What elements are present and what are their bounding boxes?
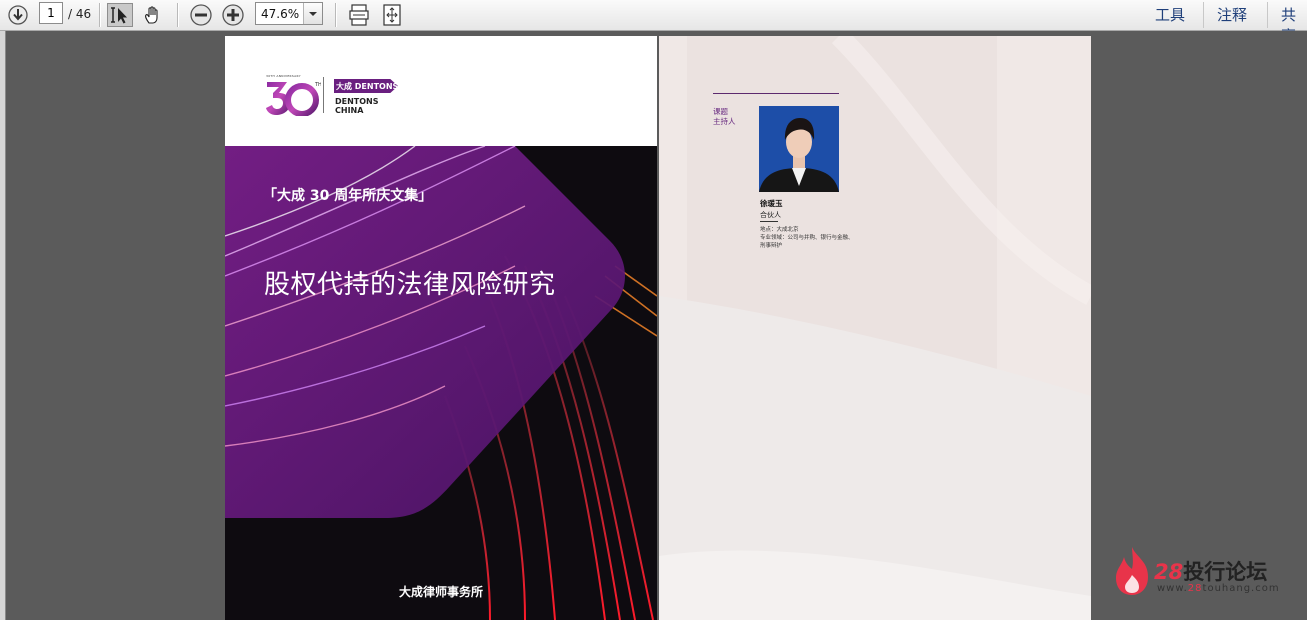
fit-width-icon [349,4,369,26]
watermark-text: 投行论坛 [1183,560,1268,584]
watermark-url: www.28touhang.com [1157,583,1280,594]
cover-page: TH 30TH ANNIVERSARY 大成 DENTONS DENTONS C… [225,36,657,620]
arrow-down-icon [8,5,28,25]
person-portrait-icon [759,106,839,192]
logo-name-line1: DENTONS [335,97,379,106]
watermark-title: 28投行论坛 [1154,556,1267,586]
cover-series-title: 「大成 30 周年所庆文集」 [263,188,433,204]
hand-tool-button[interactable] [140,3,166,27]
cover-header: TH 30TH ANNIVERSARY 大成 DENTONS DENTONS C… [225,36,657,146]
cover-light-trails-art [225,146,657,620]
chevron-down-icon[interactable] [303,3,322,24]
fit-width-button[interactable] [346,3,372,27]
author-divider [760,221,778,222]
toolbar-separator [1203,2,1204,28]
watermark-number: 28 [1154,560,1184,584]
logo-name-line2: CHINA [335,106,364,115]
toolbar-separator [1267,2,1268,28]
author-practice-cont: 刑事辩护 [760,243,783,249]
dentons-badge-text: 大成 DENTONS [336,82,399,91]
page-total: / 46 [68,7,92,21]
select-tool-button[interactable] [107,3,133,27]
cover-firm-name: 大成律师事务所 [398,585,483,599]
menu-comment[interactable]: 注释 [1217,4,1247,25]
toolbar-separator [335,3,337,27]
zoom-out-button[interactable] [188,3,214,27]
author-practice: 专业领域：公司与并购、银行与金融、 [760,235,854,241]
toolbar-separator [177,3,179,27]
minus-circle-icon [190,4,212,26]
author-location: 地点：大成北京 [760,227,799,233]
plus-circle-icon [222,4,244,26]
menu-tools[interactable]: 工具 [1155,4,1185,25]
hand-icon [145,6,158,24]
page-number-input[interactable] [39,2,63,24]
next-page-button[interactable] [6,3,30,27]
toolbar: / 46 47.6% [0,0,1307,45]
fit-page-button[interactable] [379,3,405,27]
svg-text:TH: TH [314,82,321,88]
zoom-select[interactable]: 47.6% [255,2,323,25]
anniversary-30-logo: TH [266,82,321,116]
author-photo [759,106,839,192]
logo-divider [323,77,324,113]
fit-page-icon [383,4,401,26]
author-name: 徐瑗玉 [760,199,783,208]
zoom-in-button[interactable] [220,3,246,27]
text-cursor-icon [111,7,127,24]
flame-logo-icon [1116,547,1148,595]
watermark-url-prefix: www. [1157,583,1188,594]
watermark-url-suffix: touhang.com [1202,583,1280,594]
dentons-china-logo: DENTONS CHINA [335,97,379,115]
label-host: 主持人 [713,117,736,126]
cover-title: 股权代持的法律风险研究 [264,270,556,300]
second-page: 课题 主持人 徐瑗玉 合伙人 地点：大成北京 专业领域：公司与并购、银行与金融、… [659,36,1091,620]
author-role: 合伙人 [760,211,781,219]
watermark-url-highlight: 28 [1187,583,1203,594]
navigation-pane-edge[interactable] [0,31,6,620]
logo-anniversary-text: 30TH ANNIVERSARY [266,74,301,78]
toolbar-separator [99,3,101,27]
header-rule [713,93,839,94]
zoom-value: 47.6% [261,7,300,21]
